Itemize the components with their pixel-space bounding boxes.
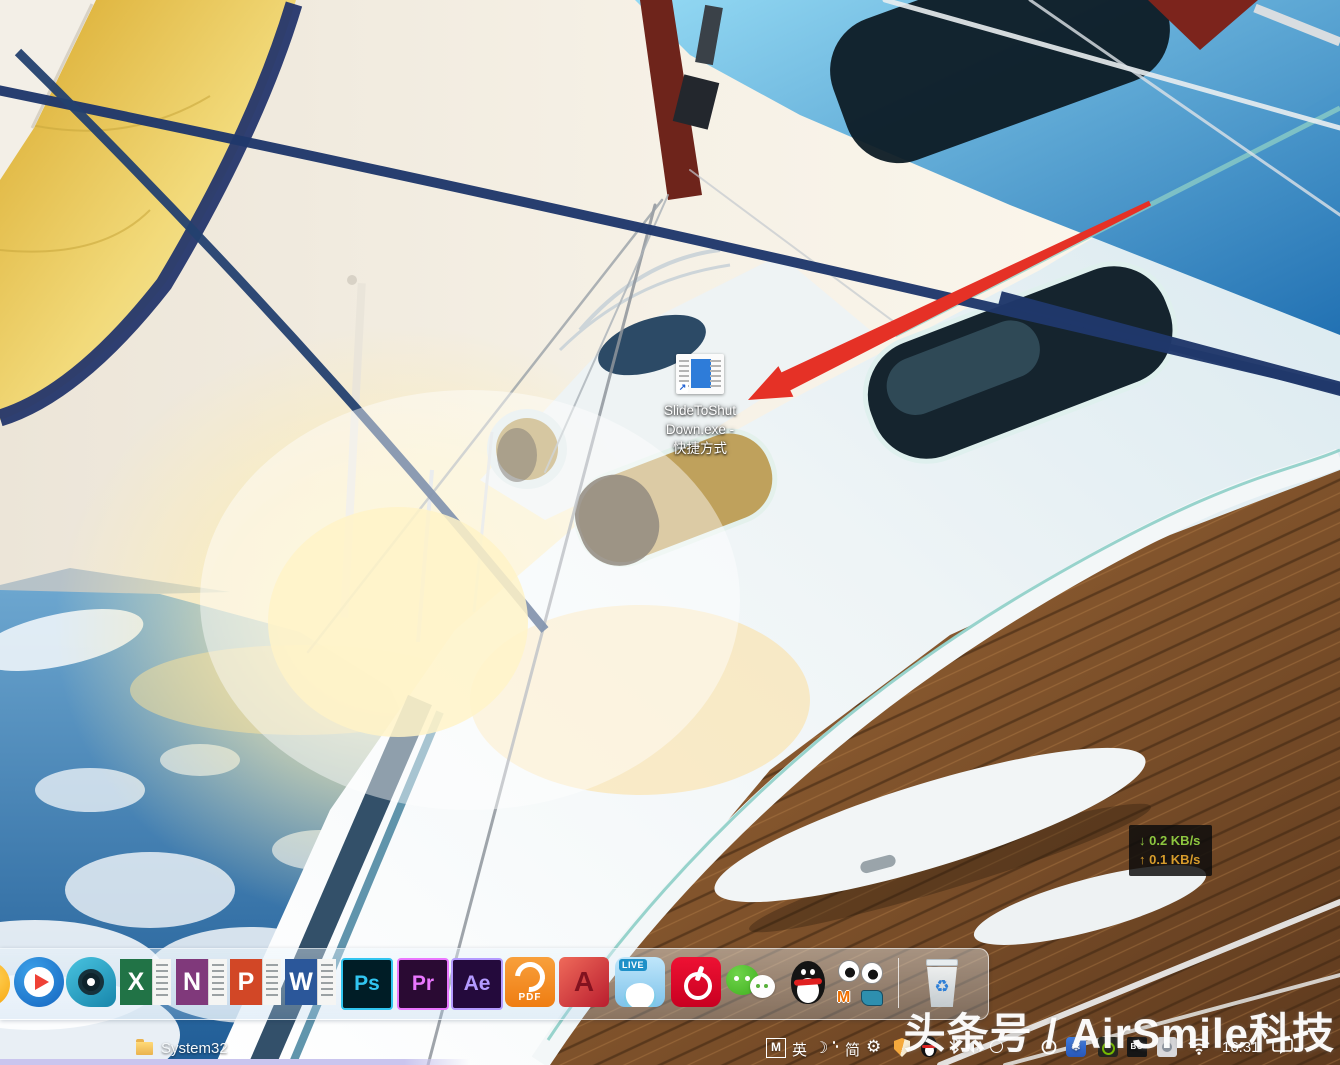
dock-divider — [898, 958, 899, 1008]
gear-icon[interactable]: ⚙ — [866, 1037, 881, 1057]
qq-penguin-icon — [791, 961, 825, 1004]
moon-icon[interactable]: ☽ — [814, 1038, 828, 1058]
tray-ime-mode[interactable]: 简 — [845, 1039, 860, 1060]
wechat-small-bubble-icon — [750, 975, 775, 998]
dock-icon-video-player[interactable] — [14, 957, 64, 1007]
dock-icon-foxit-pdf[interactable]: PDF — [505, 957, 555, 1007]
powerpoint-letter: P — [230, 959, 262, 1005]
bottom-edge-strip — [0, 1059, 470, 1065]
foxit-pdf-label: PDF — [505, 992, 555, 1003]
desktop: ↗ SlideToShut Down.exe - 快捷方式 ↓ 0.2 KB/s… — [0, 0, 1340, 1065]
dock-icon-qq[interactable] — [783, 957, 833, 1007]
onenote-letter: N — [176, 959, 208, 1005]
music-note-icon — [684, 972, 712, 1000]
anime-face-icon — [624, 983, 656, 1007]
folder-icon — [136, 1042, 153, 1055]
shortcut-label: SlideToShut Down.exe - 快捷方式 — [644, 401, 756, 458]
teal-blob-icon — [861, 990, 883, 1006]
dock-icon-m-eyes-app[interactable]: M — [836, 957, 886, 1007]
network-speed-overlay[interactable]: ↓ 0.2 KB/s ↑ 0.1 KB/s — [1129, 825, 1212, 876]
excel-letter: X — [120, 959, 152, 1005]
after-effects-letter: Ae — [464, 972, 491, 996]
dock-icon-powerpoint[interactable]: P — [230, 959, 282, 1005]
upload-speed: ↑ 0.1 KB/s — [1139, 850, 1200, 869]
dock-icon-premiere[interactable]: Pr — [397, 958, 449, 1010]
excel-sheet-icon — [152, 959, 171, 1005]
premiere-letter: Pr — [412, 972, 434, 996]
powerpoint-sheet-icon — [262, 959, 281, 1005]
dock-icon-photoshop[interactable]: Ps — [341, 958, 393, 1010]
dock-icon-autocad[interactable]: A — [559, 957, 609, 1007]
live-badge: LIVE — [619, 959, 647, 971]
taskbar-window-system32[interactable]: System32 — [128, 1036, 236, 1060]
tray-ime-language[interactable]: 英 — [792, 1039, 807, 1060]
shortcut-label-line3: 快捷方式 — [644, 439, 756, 458]
shortcut-label-line2: Down.exe - — [644, 420, 756, 439]
dock-icon-wechat[interactable] — [726, 957, 776, 1007]
shortcut-label-line1: SlideToShut — [644, 401, 756, 420]
dock: X N P W Ps Pr Ae PDF A — [0, 948, 989, 1020]
word-sheet-icon — [317, 959, 336, 1005]
photoshop-letter: Ps — [354, 972, 380, 996]
desktop-shortcut-slidetoshutdown[interactable]: ↗ SlideToShut Down.exe - 快捷方式 — [644, 354, 756, 458]
exe-icon-blue-pane — [691, 359, 711, 388]
googly-eye-icon — [838, 960, 860, 982]
dock-icon-hidden-app[interactable] — [0, 961, 10, 1007]
camera-lens-icon — [78, 969, 104, 995]
tray-ime-m-badge[interactable]: M — [766, 1038, 786, 1058]
dock-icon-netease-music[interactable] — [671, 957, 721, 1007]
dock-icon-onenote[interactable]: N — [176, 959, 228, 1005]
exe-file-icon: ↗ — [676, 354, 724, 394]
qq-penguin-eyes — [801, 969, 806, 975]
shortcut-arrow-icon: ↗ — [677, 382, 688, 393]
dock-icon-after-effects[interactable]: Ae — [451, 958, 503, 1010]
dock-icon-excel[interactable]: X — [120, 959, 172, 1005]
wallpaper-sailboat — [0, 0, 1340, 1065]
onenote-sheet-icon — [208, 959, 227, 1005]
dock-icon-bilibili-live[interactable]: LIVE — [615, 957, 665, 1007]
autocad-letter: A — [574, 966, 594, 998]
play-icon — [24, 967, 54, 997]
dock-icon-word[interactable]: W — [285, 959, 337, 1005]
dock-icon-screen-camera[interactable] — [66, 957, 116, 1007]
download-speed: ↓ 0.2 KB/s — [1139, 831, 1200, 850]
watermark: 头条号 / AirSmile科技 — [904, 1000, 1335, 1061]
recycle-bin-lid — [926, 959, 958, 966]
googly-eye-icon — [861, 962, 883, 984]
m-letter-badge: M — [837, 989, 850, 1007]
word-letter: W — [285, 959, 317, 1005]
taskbar-window-label: System32 — [161, 1040, 228, 1057]
